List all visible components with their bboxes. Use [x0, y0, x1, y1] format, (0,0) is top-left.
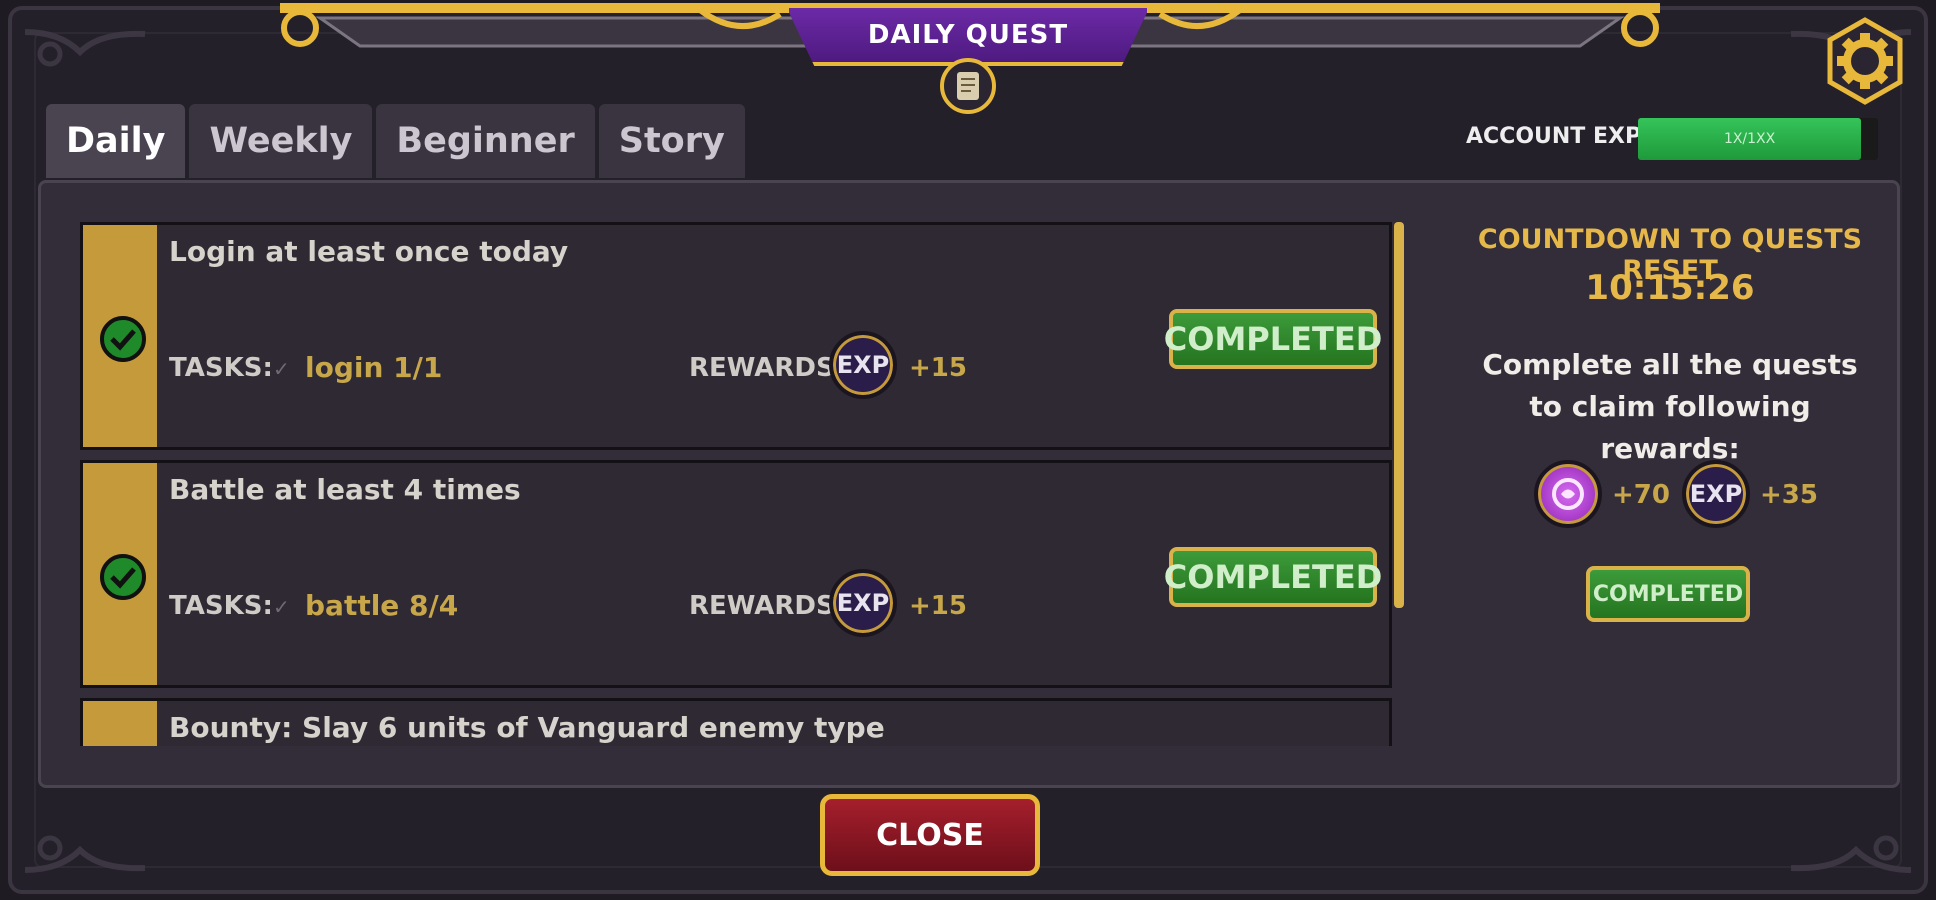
- corner-ornament-icon: [24, 29, 146, 67]
- list-item: Login at least once today TASKS: ✓ login…: [80, 222, 1392, 450]
- close-button[interactable]: CLOSE: [820, 794, 1040, 876]
- reward-amount: +15: [909, 591, 967, 621]
- exp-coin-icon: EXP: [829, 331, 897, 399]
- quest-status-strip: [83, 701, 157, 746]
- countdown-timer: 10:15:26: [1585, 268, 1755, 308]
- list-item: Bounty: Slay 6 units of Vanguard enemy t…: [80, 698, 1392, 746]
- tab-bar: Daily Weekly Beginner Story: [46, 104, 745, 178]
- completed-button[interactable]: COMPLETED: [1164, 547, 1382, 607]
- rewards-label: REWARDS:: [689, 353, 846, 383]
- list-item: Battle at least 4 times TASKS: ✓ battle …: [80, 460, 1392, 688]
- account-exp-bar: 1X/1XX: [1638, 118, 1878, 160]
- corner-ornament-icon: [1790, 835, 1912, 873]
- claim-rewards-text: Complete all the quests to claim followi…: [1482, 348, 1858, 465]
- settings-gear-icon[interactable]: [1822, 16, 1908, 106]
- exp-coin-icon: EXP: [829, 569, 897, 637]
- tab-story[interactable]: Story: [598, 104, 745, 178]
- quest-title: Bounty: Slay 6 units of Vanguard enemy t…: [169, 711, 885, 744]
- quest-title: Login at least once today: [169, 235, 569, 268]
- exp-coin-icon: EXP: [1682, 460, 1750, 528]
- tab-beginner[interactable]: Beginner: [376, 104, 595, 178]
- task-text: battle 8/4: [305, 589, 459, 622]
- task-check-icon: ✓: [273, 357, 290, 381]
- account-exp-label: ACCOUNT EXP:: [1466, 124, 1650, 149]
- check-icon: [100, 316, 146, 362]
- tab-daily[interactable]: Daily: [46, 104, 186, 178]
- title-plaque: DAILY QUEST: [785, 4, 1151, 66]
- reward-amount: +70: [1612, 480, 1670, 510]
- reward-amount: +35: [1760, 480, 1818, 510]
- corner-ornament-icon: [24, 835, 146, 873]
- quest-list-scrollbar[interactable]: [1394, 222, 1404, 608]
- reward-amount: +15: [909, 353, 967, 383]
- claim-completed-button[interactable]: COMPLETED: [1586, 566, 1750, 622]
- check-icon: [100, 554, 146, 600]
- tab-weekly[interactable]: Weekly: [189, 104, 373, 178]
- gem-icon: [1534, 460, 1602, 528]
- tasks-label: TASKS:: [169, 591, 273, 621]
- tasks-label: TASKS:: [169, 353, 273, 383]
- quest-scroll-icon: [940, 58, 996, 114]
- quest-list[interactable]: Login at least once today TASKS: ✓ login…: [80, 222, 1392, 746]
- account-exp-fill: 1X/1XX: [1638, 118, 1862, 160]
- quest-title: Battle at least 4 times: [169, 473, 521, 506]
- completed-button[interactable]: COMPLETED: [1164, 309, 1382, 369]
- page-title: DAILY QUEST: [867, 20, 1069, 50]
- task-check-icon: ✓: [273, 595, 290, 619]
- rewards-label: REWARDS:: [689, 591, 846, 621]
- task-text: login 1/1: [305, 351, 443, 384]
